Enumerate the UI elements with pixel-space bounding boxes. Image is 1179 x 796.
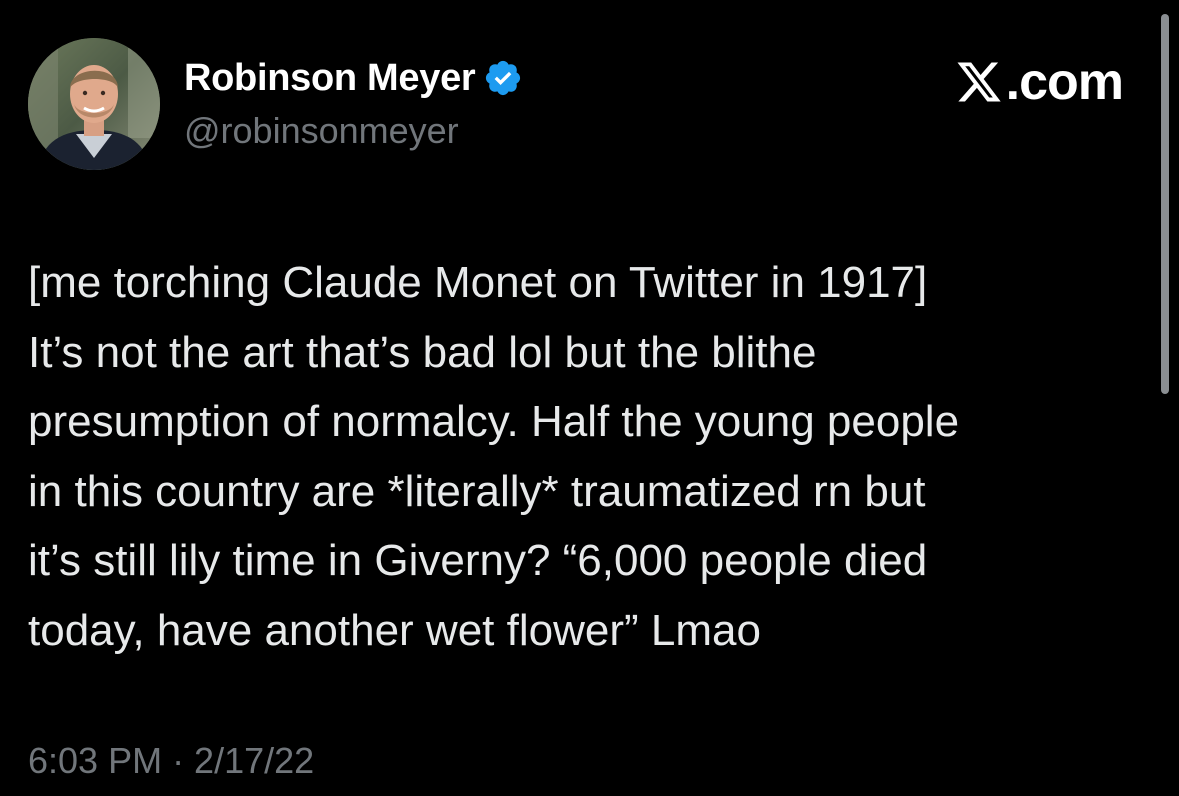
- tweet-text-line: presumption of normalcy. Half the young …: [28, 397, 960, 446]
- tweet-text: [me torching Claude Monet on Twitter in …: [28, 248, 1138, 665]
- author-name-row: Robinson Meyer: [184, 54, 523, 102]
- avatar[interactable]: [28, 38, 160, 170]
- author-display-name[interactable]: Robinson Meyer: [184, 57, 476, 100]
- tweet-timestamp[interactable]: 6:03 PM · 2/17/22: [28, 740, 314, 782]
- tweet-text-line: in this country are *literally* traumati…: [28, 466, 926, 516]
- brand-suffix: .com: [1005, 53, 1124, 111]
- tweet-text-line: [me torching Claude Monet on Twitter in …: [28, 258, 928, 307]
- tweet-text-line: today, have another wet flower” Lmao: [28, 605, 761, 655]
- avatar-photo: [28, 38, 160, 170]
- author-handle[interactable]: @robinsonmeyer: [184, 110, 459, 152]
- verified-badge-icon: [483, 58, 523, 98]
- scrollbar[interactable]: [1161, 14, 1169, 394]
- tweet-text-line: it’s still lily time in Giverny? “6,000 …: [28, 536, 928, 585]
- tweet-text-line: It’s not the art that’s bad lol but the …: [28, 327, 817, 377]
- scrollbar-thumb[interactable]: [1161, 14, 1169, 394]
- brand-watermark: .com: [954, 52, 1124, 112]
- x-logo-icon: [954, 58, 1004, 106]
